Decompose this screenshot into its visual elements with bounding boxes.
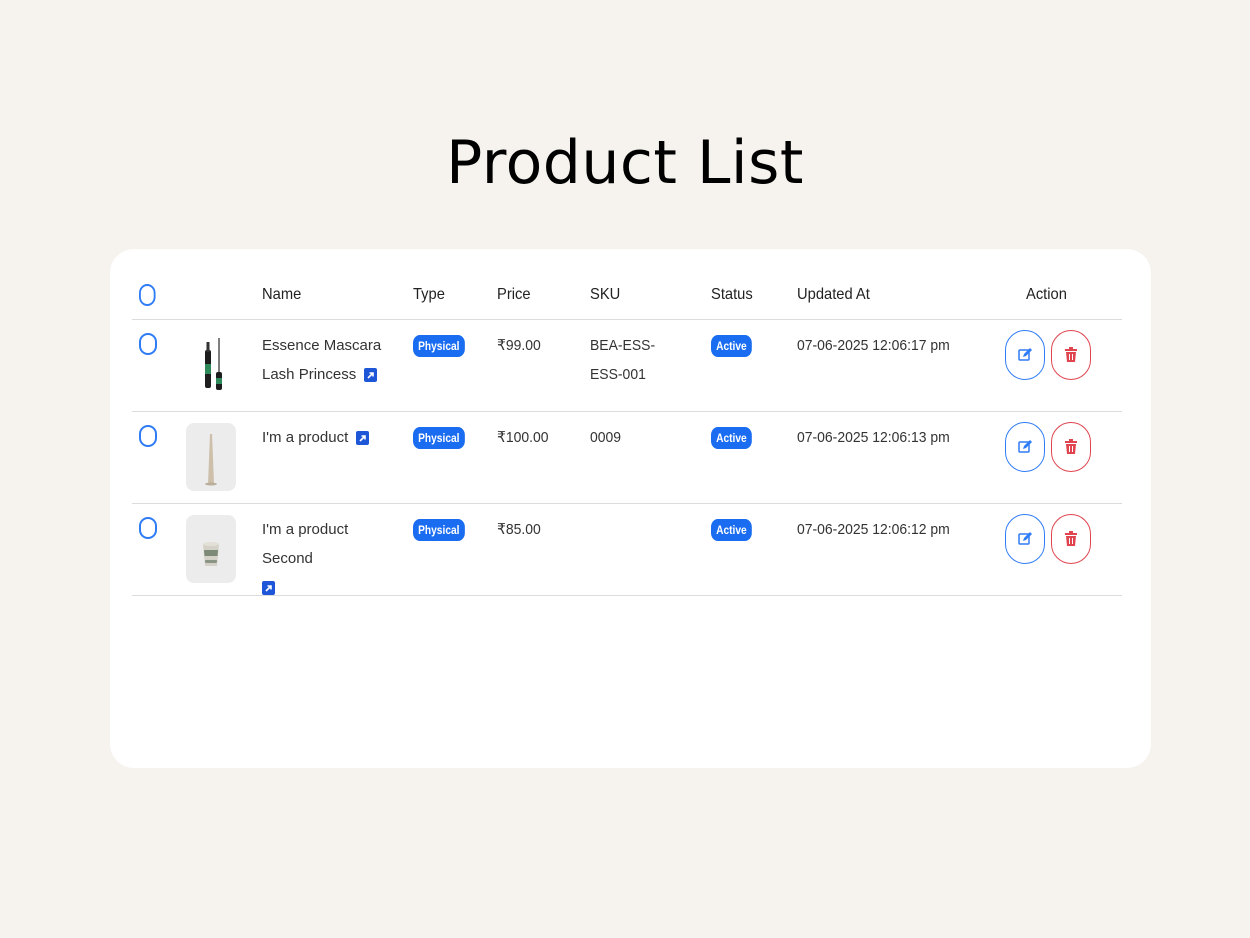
tapered-stick-image [186, 423, 236, 491]
status-badge: Active [711, 427, 752, 449]
page-title: Product List [446, 128, 804, 198]
table-row: Essence Mascara Lash Princess Physical ₹… [132, 320, 1122, 412]
updated-at: 07-06-2025 12:06:17 pm [797, 337, 950, 354]
product-table: Name Type Price SKU Status Updated At Ac… [132, 271, 1122, 596]
cup-image [186, 515, 236, 583]
product-name[interactable]: I'm a product [262, 429, 348, 446]
external-link-icon[interactable] [356, 431, 370, 446]
edit-icon [1018, 532, 1032, 545]
type-badge: Physical [413, 427, 465, 449]
product-sku: BEA-ESS-ESS-001 [590, 337, 656, 383]
status-badge: Active [711, 519, 752, 541]
type-badge: Physical [413, 519, 465, 541]
product-thumbnail[interactable] [186, 515, 236, 583]
header-price[interactable]: Price [497, 280, 531, 309]
select-all-checkbox[interactable] [139, 284, 156, 306]
external-link-icon[interactable] [364, 368, 378, 383]
product-sku: 0009 [590, 429, 622, 446]
external-link-icon[interactable] [262, 581, 275, 596]
row-actions [1005, 330, 1093, 380]
delete-button[interactable] [1051, 514, 1092, 564]
product-thumbnail[interactable] [186, 331, 236, 399]
type-badge: Physical [413, 335, 465, 357]
edit-button[interactable] [1005, 330, 1045, 380]
row-actions [1005, 514, 1093, 564]
status-badge: Active [711, 335, 752, 357]
trash-icon [1065, 439, 1078, 454]
edit-icon [1018, 440, 1032, 453]
delete-button[interactable] [1051, 422, 1092, 472]
row-actions [1005, 422, 1093, 472]
row-checkbox[interactable] [139, 517, 157, 539]
header-action: Action [1026, 286, 1067, 303]
product-list-card: Name Type Price SKU Status Updated At Ac… [110, 249, 1151, 768]
product-price: ₹99.00 [497, 337, 541, 354]
product-price: ₹100.00 [497, 429, 549, 446]
header-updated-at[interactable]: Updated At [797, 280, 870, 309]
table-row: I'm a product Second Physical ₹85.00 Act… [132, 504, 1122, 596]
updated-at: 07-06-2025 12:06:13 pm [797, 429, 950, 446]
trash-icon [1065, 347, 1078, 362]
delete-button[interactable] [1051, 330, 1092, 380]
edit-button[interactable] [1005, 514, 1045, 564]
updated-at: 07-06-2025 12:06:12 pm [797, 521, 950, 538]
table-row: I'm a product Physical ₹100.00 0009 Acti… [132, 412, 1122, 504]
product-price: ₹85.00 [497, 521, 541, 538]
mascara-image [186, 331, 236, 399]
row-checkbox[interactable] [139, 425, 157, 447]
header-status[interactable]: Status [711, 280, 753, 309]
header-name[interactable]: Name [262, 280, 391, 309]
table-header-row: Name Type Price SKU Status Updated At Ac… [132, 271, 1122, 320]
product-name[interactable]: I'm a product Second [262, 521, 348, 567]
row-checkbox[interactable] [139, 333, 157, 355]
header-sku[interactable]: SKU [590, 280, 664, 309]
trash-icon [1065, 531, 1078, 546]
header-type[interactable]: Type [413, 280, 445, 309]
product-thumbnail[interactable] [186, 423, 236, 491]
edit-button[interactable] [1005, 422, 1045, 472]
edit-icon [1018, 348, 1032, 361]
